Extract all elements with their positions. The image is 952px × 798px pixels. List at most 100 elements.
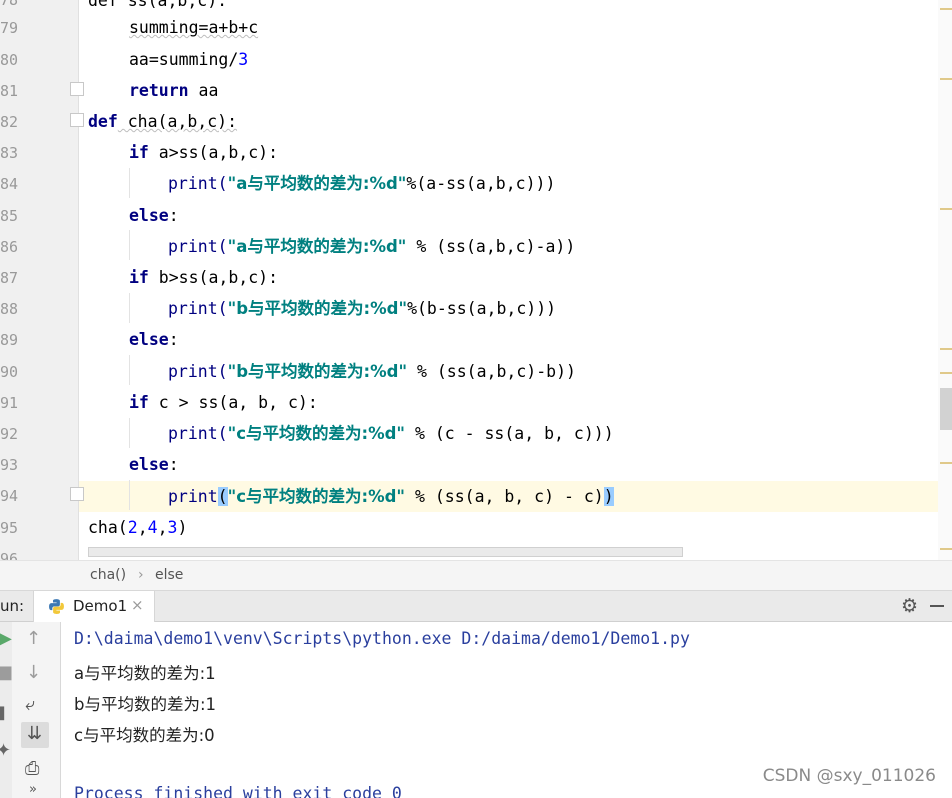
error-stripe-mark[interactable] bbox=[940, 208, 952, 210]
keyword: if bbox=[129, 143, 149, 162]
line-number: 85 bbox=[0, 207, 18, 225]
arrow-up-icon[interactable]: ↑ bbox=[26, 628, 41, 649]
vertical-scrollbar[interactable] bbox=[938, 0, 952, 560]
pin-icon[interactable]: ✦ bbox=[0, 740, 11, 761]
code-line: cha(2,4,3) bbox=[88, 512, 187, 543]
close-icon[interactable]: × bbox=[131, 596, 144, 614]
code-text: b>ss(a,b,c): bbox=[148, 268, 279, 287]
number-literal: 3 bbox=[238, 50, 249, 69]
code-line: def cha(a,b,c): bbox=[88, 106, 237, 137]
rerun-icon[interactable]: ▶ bbox=[0, 628, 12, 649]
fold-start-marker[interactable] bbox=[70, 113, 84, 127]
horizontal-scrollbar[interactable] bbox=[88, 547, 683, 557]
code-text: summing=a+b+c bbox=[129, 18, 259, 37]
breadcrumb-item[interactable]: cha() bbox=[90, 567, 126, 583]
arrow-down-icon[interactable]: ↓ bbox=[26, 662, 41, 683]
error-stripe-mark[interactable] bbox=[940, 462, 952, 464]
string-literal: "a与平均数的差为:%d" bbox=[227, 237, 407, 256]
line-number: 83 bbox=[0, 144, 18, 162]
code-text: % (ss(a,b,c)-b)) bbox=[407, 362, 576, 381]
code-line: else: bbox=[129, 324, 179, 355]
code-text: : bbox=[168, 330, 179, 349]
breadcrumb: cha() › else bbox=[0, 560, 952, 590]
run-tool-window-header: un: Demo1 × ⚙ bbox=[0, 590, 952, 622]
builtin-call: print( bbox=[168, 362, 228, 381]
more-icon[interactable]: » bbox=[29, 782, 37, 797]
code-text: %(b-ss(a,b,c))) bbox=[407, 299, 557, 318]
code-text: aa bbox=[188, 81, 219, 100]
code-text: cha( bbox=[88, 518, 128, 537]
error-stripe-mark[interactable] bbox=[940, 78, 952, 80]
run-label: un: bbox=[0, 597, 25, 615]
code-line: print("b与平均数的差为:%d" % (ss(a,b,c)-b)) bbox=[168, 356, 576, 387]
scrollbar-thumb[interactable] bbox=[940, 388, 952, 430]
number-literal: 4 bbox=[147, 518, 158, 537]
builtin-call: print( bbox=[168, 174, 228, 193]
scroll-to-end-button[interactable]: ⇊ bbox=[21, 722, 49, 748]
gear-icon[interactable]: ⚙ bbox=[901, 595, 918, 617]
console-output-line: c与平均数的差为:0 bbox=[74, 726, 215, 745]
code-line: print("a与平均数的差为:%d"%(a-ss(a,b,c))) bbox=[168, 168, 555, 199]
indent-guide bbox=[129, 355, 130, 385]
code-line: if c > ss(a, b, c): bbox=[129, 387, 318, 418]
code-line: print("a与平均数的差为:%d" % (ss(a,b,c)-a)) bbox=[168, 231, 575, 262]
error-stripe-mark[interactable] bbox=[940, 348, 952, 350]
keyword: if bbox=[129, 393, 149, 412]
code-text: , bbox=[157, 518, 168, 537]
tab-label: Demo1 bbox=[73, 597, 128, 615]
number-literal: 2 bbox=[127, 518, 138, 537]
layout-icon[interactable]: ▮ bbox=[0, 702, 6, 723]
error-stripe-mark[interactable] bbox=[940, 372, 952, 374]
python-icon bbox=[49, 599, 64, 614]
keyword: else bbox=[129, 206, 169, 225]
breadcrumb-item[interactable]: else bbox=[155, 567, 183, 583]
bracket-match: ) bbox=[603, 487, 614, 506]
bracket-match: ( bbox=[217, 487, 228, 506]
soft-wrap-icon[interactable]: ⤶ bbox=[25, 694, 35, 715]
code-text: ) bbox=[177, 518, 188, 537]
line-number: 95 bbox=[0, 519, 18, 537]
keyword: if bbox=[129, 268, 149, 287]
code-text: : bbox=[168, 206, 179, 225]
code-text: aa=summing/ bbox=[129, 50, 239, 69]
console-command-line: D:\daima\demo1\venv\Scripts\python.exe D… bbox=[74, 629, 690, 648]
indent-guide bbox=[129, 293, 130, 323]
code-line: print("b与平均数的差为:%d"%(b-ss(a,b,c))) bbox=[168, 293, 556, 324]
code-line-current[interactable]: print("c与平均数的差为:%d" % (ss(a, b, c) - c)) bbox=[168, 481, 614, 512]
string-literal: "b与平均数的差为:%d" bbox=[227, 299, 408, 318]
code-line: else: bbox=[129, 449, 179, 480]
code-editor[interactable]: 78 79 80 81 82 83 84 85 86 87 88 89 90 9… bbox=[0, 0, 952, 560]
error-stripe-mark[interactable] bbox=[940, 548, 952, 550]
line-number: 92 bbox=[0, 425, 18, 443]
console-exit-line: Process finished with exit code 0 bbox=[74, 784, 402, 798]
line-number: 78 bbox=[0, 0, 18, 9]
line-number: 89 bbox=[0, 331, 18, 349]
number-literal: 3 bbox=[167, 518, 178, 537]
code-text: , bbox=[137, 518, 148, 537]
line-number: 91 bbox=[0, 394, 18, 412]
code-line: return aa bbox=[129, 75, 218, 106]
fold-end-marker[interactable] bbox=[70, 487, 84, 501]
error-stripe-mark[interactable] bbox=[940, 8, 952, 10]
indent-guide bbox=[129, 230, 130, 260]
watermark: CSDN @sxy_011026 bbox=[762, 766, 936, 786]
line-number: 88 bbox=[0, 300, 18, 318]
fold-end-marker[interactable] bbox=[70, 82, 84, 96]
line-number: 87 bbox=[0, 269, 18, 287]
line-number: 94 bbox=[0, 487, 18, 505]
string-literal: "b与平均数的差为:%d" bbox=[227, 362, 408, 381]
code-text: cha(a,b,c): bbox=[117, 112, 238, 131]
line-number: 93 bbox=[0, 456, 18, 474]
minus-icon[interactable] bbox=[930, 605, 944, 607]
code-text: % (ss(a,b,c)-a)) bbox=[406, 237, 576, 256]
line-number: 84 bbox=[0, 175, 18, 193]
line-number: 90 bbox=[0, 363, 18, 381]
code-text: c > ss(a, b, c): bbox=[148, 393, 318, 412]
code-line: if a>ss(a,b,c): bbox=[129, 137, 278, 168]
print-icon[interactable]: ⎙ bbox=[25, 758, 39, 779]
code-line: else: bbox=[129, 200, 179, 231]
run-tab-demo1[interactable]: Demo1 × bbox=[33, 591, 155, 622]
keyword: else bbox=[129, 330, 169, 349]
line-number: 80 bbox=[0, 51, 18, 69]
run-toolbar: ↑ ↓ ⤶ ⇊ ⎙ » bbox=[12, 622, 61, 798]
